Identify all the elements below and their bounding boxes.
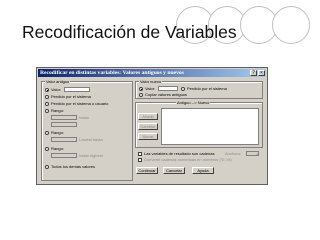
copy-old-values-label: Copiar valores antiguos: [145, 92, 188, 97]
old-system-missing-radio[interactable]: [45, 95, 49, 99]
old-range-lowest-radio[interactable]: [45, 131, 49, 135]
new-system-missing-label: Perdido por el sistema: [187, 86, 227, 91]
range-to-input[interactable]: [51, 122, 77, 127]
recode-dialog: Recodificar en distintas variables: Valo…: [36, 67, 268, 185]
old-system-missing-label: Perdido por el sistema: [51, 94, 91, 99]
old-range-highest-radio[interactable]: [45, 147, 49, 151]
width-input[interactable]: 8: [246, 151, 259, 157]
string-output-checkbox[interactable]: [138, 152, 142, 156]
lowest-through-label: Lowest hasta: [79, 137, 103, 142]
range-through-label: hasta: [79, 115, 89, 120]
slide-title: Recodificación de Variables: [22, 22, 237, 42]
new-value-group-label: Valor nuevo: [139, 79, 163, 84]
range-highest-input[interactable]: [51, 153, 77, 158]
old-range-label: Rango:: [51, 108, 64, 113]
help-button[interactable]: Ayuda: [192, 167, 214, 174]
range-lowest-input[interactable]: [51, 137, 77, 142]
old-range-radio[interactable]: [45, 109, 49, 113]
old-value-input[interactable]: [64, 87, 90, 92]
all-other-values-radio[interactable]: [45, 165, 49, 169]
old-value-label: Valor:: [51, 87, 62, 92]
string-output-label: Las variables de resultado son cadenas: [144, 151, 215, 156]
remove-button[interactable]: Borrar: [138, 133, 158, 140]
old-range-lowest-label: Rango:: [51, 130, 64, 135]
old-new-listbox[interactable]: [161, 108, 259, 145]
old-value-radio[interactable]: [45, 88, 49, 92]
width-label: Anchura:: [225, 151, 242, 156]
old-value-group-label: Valor antiguo: [45, 79, 71, 84]
cancel-button[interactable]: Cancelar: [163, 167, 185, 174]
old-system-user-missing-radio[interactable]: [45, 102, 49, 106]
through-highest-label: hasta highest: [79, 153, 103, 158]
copy-old-values-radio[interactable]: [139, 93, 143, 97]
continue-button[interactable]: Continuar: [136, 167, 158, 174]
old-system-user-missing-label: Perdido por el sistema o usuario: [51, 101, 109, 106]
old-range-highest-label: Rango:: [51, 146, 64, 151]
range-from-input[interactable]: [51, 115, 77, 120]
help-icon[interactable]: ?: [250, 70, 257, 76]
add-button[interactable]: Añadir: [138, 113, 158, 120]
new-value-input[interactable]: [158, 86, 178, 91]
new-value-label: Valor:: [145, 86, 156, 91]
new-system-missing-radio[interactable]: [181, 87, 185, 91]
circle-decoration: [272, 6, 310, 44]
change-button[interactable]: Cambiar: [138, 123, 158, 130]
new-value-radio[interactable]: [139, 87, 143, 91]
old-new-group-label: Antiguo --> Nuevo: [176, 100, 211, 105]
close-icon[interactable]: ×: [258, 70, 265, 76]
numeric-strings-label: Convertir cadenas numéricas en números (…: [144, 157, 232, 162]
dialog-titlebar: Recodificar en distintas variables: Valo…: [38, 69, 266, 77]
numeric-strings-checkbox[interactable]: [138, 158, 142, 162]
all-other-values-label: Todos los demás valores: [51, 164, 96, 169]
